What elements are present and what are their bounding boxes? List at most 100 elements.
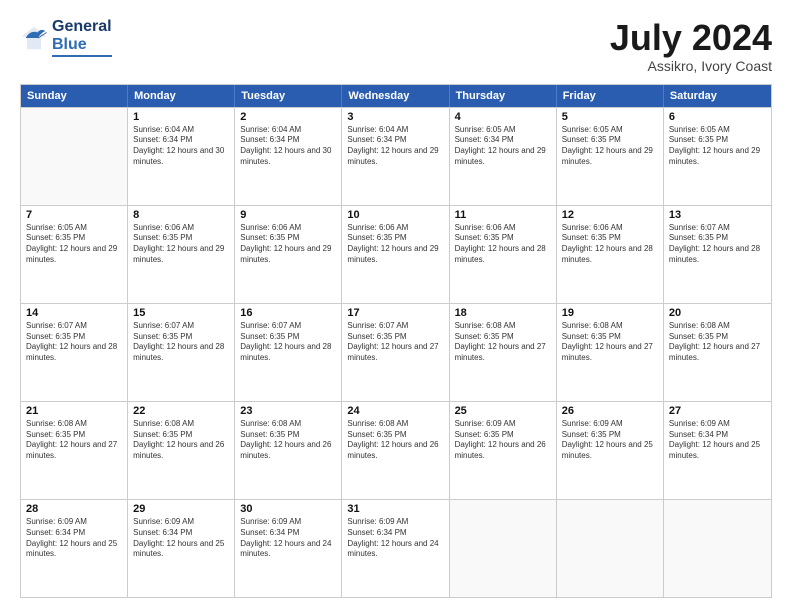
- day-number: 4: [455, 111, 551, 123]
- calendar-cell: 29 Sunrise: 6:09 AMSunset: 6:34 PMDayligh…: [128, 500, 235, 597]
- calendar-header: SundayMondayTuesdayWednesdayThursdayFrid…: [21, 85, 771, 107]
- title-area: July 2024 Assikro, Ivory Coast: [610, 18, 772, 74]
- calendar-cell: [21, 108, 128, 205]
- calendar-header-cell: Monday: [128, 85, 235, 107]
- calendar: SundayMondayTuesdayWednesdayThursdayFrid…: [20, 84, 772, 598]
- calendar-row: 28 Sunrise: 6:09 AMSunset: 6:34 PMDayligh…: [21, 499, 771, 597]
- calendar-cell: 6 Sunrise: 6:05 AMSunset: 6:35 PMDaylight…: [664, 108, 771, 205]
- cell-sun-info: Sunrise: 6:07 AMSunset: 6:35 PMDaylight:…: [347, 321, 443, 364]
- cell-sun-info: Sunrise: 6:04 AMSunset: 6:34 PMDaylight:…: [347, 125, 443, 168]
- cell-sun-info: Sunrise: 6:06 AMSunset: 6:35 PMDaylight:…: [133, 223, 229, 266]
- logo-icon: [20, 24, 48, 52]
- calendar-row: 1Sunrise: 6:04 AMSunset: 6:34 PMDaylight…: [21, 107, 771, 205]
- cell-sun-info: Sunrise: 6:08 AMSunset: 6:35 PMDaylight:…: [669, 321, 766, 364]
- page: General Blue July 2024 Assikro, Ivory Co…: [0, 0, 792, 612]
- cell-sun-info: Sunrise: 6:09 AMSunset: 6:34 PMDaylight:…: [240, 517, 336, 560]
- day-number: 31: [347, 503, 443, 515]
- calendar-cell: 23 Sunrise: 6:08 AMSunset: 6:35 PMDayligh…: [235, 402, 342, 499]
- cell-sun-info: Sunrise: 6:08 AMSunset: 6:35 PMDaylight:…: [455, 321, 551, 364]
- calendar-header-cell: Sunday: [21, 85, 128, 107]
- calendar-cell: 1Sunrise: 6:04 AMSunset: 6:34 PMDaylight…: [128, 108, 235, 205]
- calendar-cell: 19Sunrise: 6:08 AMSunset: 6:35 PMDayligh…: [557, 304, 664, 401]
- calendar-header-cell: Saturday: [664, 85, 771, 107]
- logo-text: General Blue: [52, 18, 112, 57]
- calendar-cell: 27 Sunrise: 6:09 AMSunset: 6:34 PMDayligh…: [664, 402, 771, 499]
- calendar-cell: 31Sunrise: 6:09 AMSunset: 6:34 PMDayligh…: [342, 500, 449, 597]
- cell-sun-info: Sunrise: 6:05 AMSunset: 6:34 PMDaylight:…: [455, 125, 551, 168]
- day-number: 16: [240, 307, 336, 319]
- calendar-cell: 4 Sunrise: 6:05 AMSunset: 6:34 PMDaylight…: [450, 108, 557, 205]
- day-number: 17: [347, 307, 443, 319]
- calendar-cell: [557, 500, 664, 597]
- calendar-cell: 15 Sunrise: 6:07 AMSunset: 6:35 PMDayligh…: [128, 304, 235, 401]
- day-number: 2: [240, 111, 336, 123]
- calendar-header-cell: Thursday: [450, 85, 557, 107]
- day-number: 5: [562, 111, 658, 123]
- calendar-cell: 8 Sunrise: 6:06 AMSunset: 6:35 PMDaylight…: [128, 206, 235, 303]
- day-number: 3: [347, 111, 443, 123]
- day-number: 20: [669, 307, 766, 319]
- cell-sun-info: Sunrise: 6:07 AMSunset: 6:35 PMDaylight:…: [26, 321, 122, 364]
- day-number: 24: [347, 405, 443, 417]
- calendar-cell: 10 Sunrise: 6:06 AMSunset: 6:35 PMDayligh…: [342, 206, 449, 303]
- calendar-cell: 3 Sunrise: 6:04 AMSunset: 6:34 PMDaylight…: [342, 108, 449, 205]
- calendar-cell: 30 Sunrise: 6:09 AMSunset: 6:34 PMDayligh…: [235, 500, 342, 597]
- cell-sun-info: Sunrise: 6:06 AMSunset: 6:35 PMDaylight:…: [562, 223, 658, 266]
- calendar-cell: 26Sunrise: 6:09 AMSunset: 6:35 PMDayligh…: [557, 402, 664, 499]
- day-number: 28: [26, 503, 122, 515]
- calendar-cell: 12Sunrise: 6:06 AMSunset: 6:35 PMDayligh…: [557, 206, 664, 303]
- cell-sun-info: Sunrise: 6:04 AMSunset: 6:34 PMDaylight:…: [240, 125, 336, 168]
- day-number: 22: [133, 405, 229, 417]
- day-number: 27: [669, 405, 766, 417]
- cell-sun-info: Sunrise: 6:08 AMSunset: 6:35 PMDaylight:…: [347, 419, 443, 462]
- day-number: 21: [26, 405, 122, 417]
- day-number: 25: [455, 405, 551, 417]
- day-number: 13: [669, 209, 766, 221]
- header: General Blue July 2024 Assikro, Ivory Co…: [20, 18, 772, 74]
- calendar-row: 14 Sunrise: 6:07 AMSunset: 6:35 PMDayligh…: [21, 303, 771, 401]
- day-number: 10: [347, 209, 443, 221]
- cell-sun-info: Sunrise: 6:09 AMSunset: 6:34 PMDaylight:…: [669, 419, 766, 462]
- cell-sun-info: Sunrise: 6:06 AMSunset: 6:35 PMDaylight:…: [455, 223, 551, 266]
- calendar-cell: 24 Sunrise: 6:08 AMSunset: 6:35 PMDayligh…: [342, 402, 449, 499]
- cell-sun-info: Sunrise: 6:08 AMSunset: 6:35 PMDaylight:…: [133, 419, 229, 462]
- cell-sun-info: Sunrise: 6:04 AMSunset: 6:34 PMDaylight:…: [133, 125, 229, 168]
- day-number: 14: [26, 307, 122, 319]
- calendar-cell: 20 Sunrise: 6:08 AMSunset: 6:35 PMDayligh…: [664, 304, 771, 401]
- logo-general: General: [52, 18, 112, 36]
- calendar-row: 21 Sunrise: 6:08 AMSunset: 6:35 PMDayligh…: [21, 401, 771, 499]
- day-number: 30: [240, 503, 336, 515]
- calendar-cell: 2 Sunrise: 6:04 AMSunset: 6:34 PMDaylight…: [235, 108, 342, 205]
- day-number: 9: [240, 209, 336, 221]
- calendar-cell: 17 Sunrise: 6:07 AMSunset: 6:35 PMDayligh…: [342, 304, 449, 401]
- day-number: 7: [26, 209, 122, 221]
- day-number: 11: [455, 209, 551, 221]
- calendar-cell: 28Sunrise: 6:09 AMSunset: 6:34 PMDayligh…: [21, 500, 128, 597]
- cell-sun-info: Sunrise: 6:05 AMSunset: 6:35 PMDaylight:…: [669, 125, 766, 168]
- logo: General Blue: [20, 18, 112, 57]
- calendar-cell: 18Sunrise: 6:08 AMSunset: 6:35 PMDayligh…: [450, 304, 557, 401]
- location-subtitle: Assikro, Ivory Coast: [610, 58, 772, 74]
- calendar-cell: 21Sunrise: 6:08 AMSunset: 6:35 PMDayligh…: [21, 402, 128, 499]
- cell-sun-info: Sunrise: 6:09 AMSunset: 6:34 PMDaylight:…: [133, 517, 229, 560]
- cell-sun-info: Sunrise: 6:08 AMSunset: 6:35 PMDaylight:…: [240, 419, 336, 462]
- cell-sun-info: Sunrise: 6:06 AMSunset: 6:35 PMDaylight:…: [347, 223, 443, 266]
- day-number: 23: [240, 405, 336, 417]
- calendar-cell: 7Sunrise: 6:05 AMSunset: 6:35 PMDaylight…: [21, 206, 128, 303]
- day-number: 29: [133, 503, 229, 515]
- month-title: July 2024: [610, 18, 772, 58]
- day-number: 15: [133, 307, 229, 319]
- calendar-cell: 22 Sunrise: 6:08 AMSunset: 6:35 PMDayligh…: [128, 402, 235, 499]
- day-number: 6: [669, 111, 766, 123]
- calendar-cell: 14 Sunrise: 6:07 AMSunset: 6:35 PMDayligh…: [21, 304, 128, 401]
- calendar-cell: 25Sunrise: 6:09 AMSunset: 6:35 PMDayligh…: [450, 402, 557, 499]
- cell-sun-info: Sunrise: 6:07 AMSunset: 6:35 PMDaylight:…: [133, 321, 229, 364]
- calendar-header-cell: Friday: [557, 85, 664, 107]
- day-number: 8: [133, 209, 229, 221]
- cell-sun-info: Sunrise: 6:09 AMSunset: 6:35 PMDaylight:…: [562, 419, 658, 462]
- cell-sun-info: Sunrise: 6:05 AMSunset: 6:35 PMDaylight:…: [562, 125, 658, 168]
- calendar-cell: 16 Sunrise: 6:07 AMSunset: 6:35 PMDayligh…: [235, 304, 342, 401]
- cell-sun-info: Sunrise: 6:07 AMSunset: 6:35 PMDaylight:…: [240, 321, 336, 364]
- calendar-body: 1Sunrise: 6:04 AMSunset: 6:34 PMDaylight…: [21, 107, 771, 597]
- calendar-row: 7Sunrise: 6:05 AMSunset: 6:35 PMDaylight…: [21, 205, 771, 303]
